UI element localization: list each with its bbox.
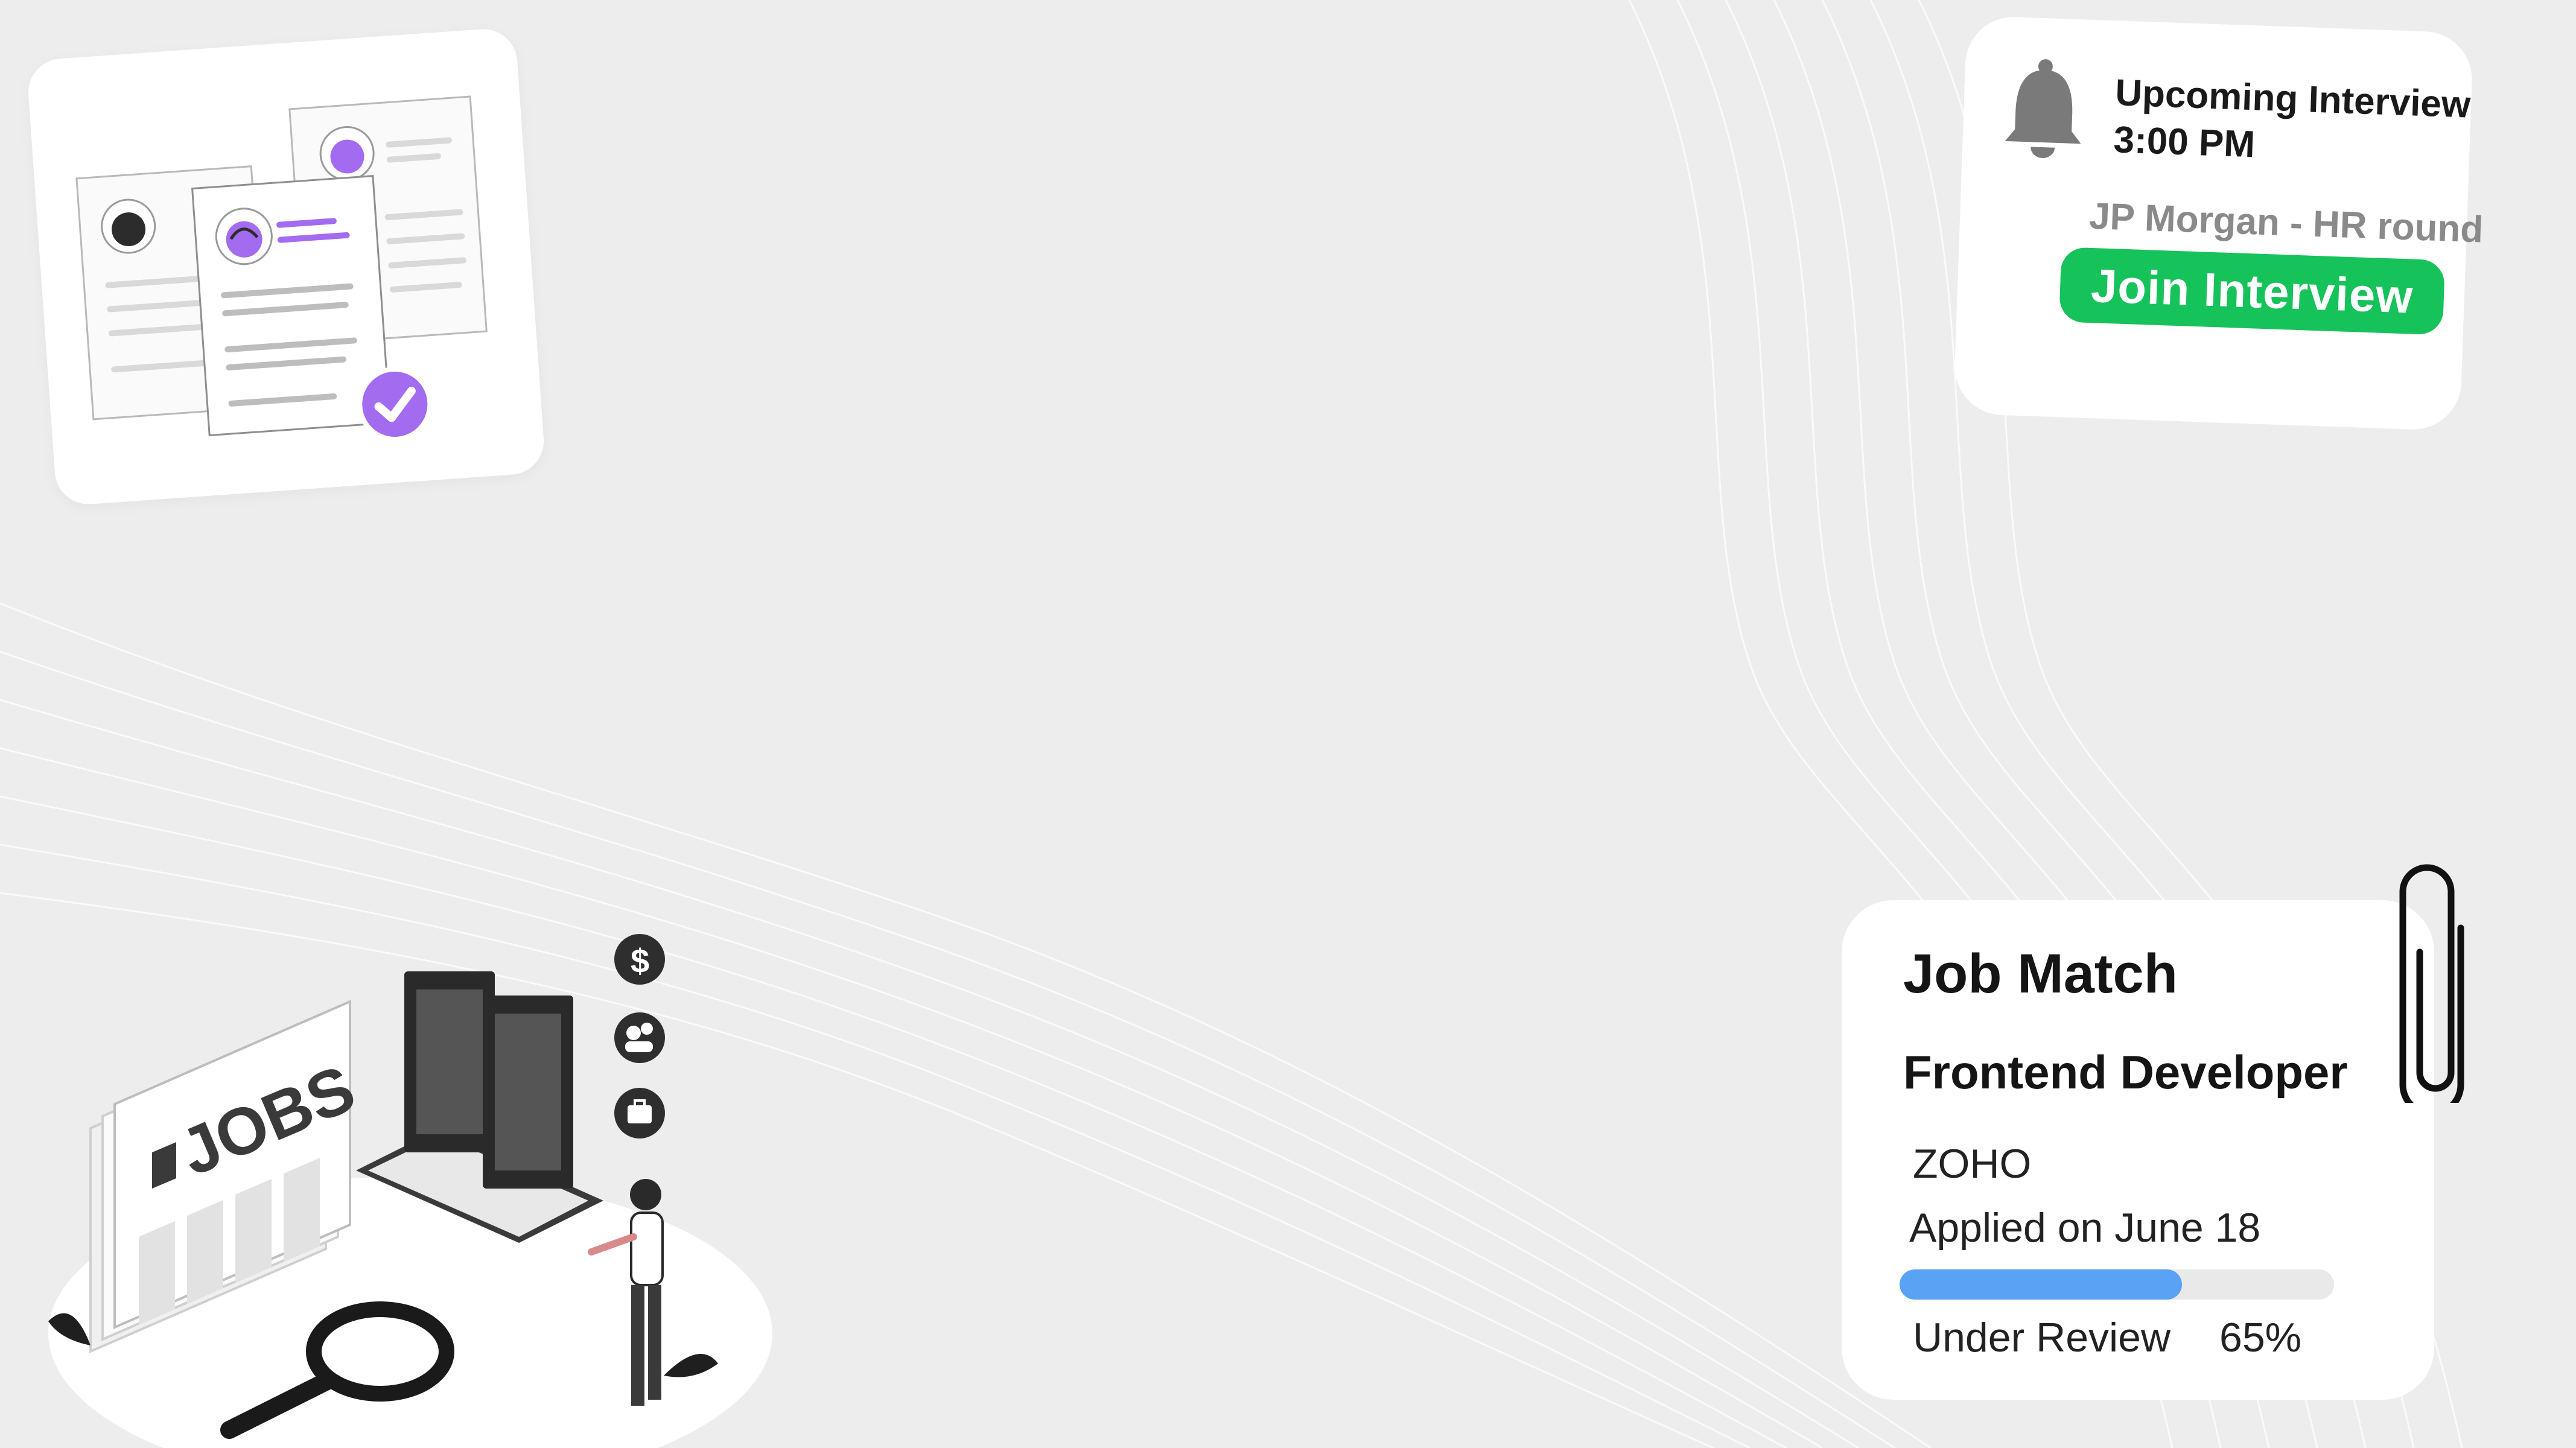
people-icon: [614, 1012, 665, 1063]
job-match-card: Job Match Frontend Developer ZOHO Applie…: [1842, 900, 2434, 1400]
progress-fill: [1900, 1269, 2182, 1300]
interview-title: Upcoming Interview: [2114, 72, 2472, 126]
interview-time: 3:00 PM: [2113, 119, 2256, 166]
svg-text:$: $: [631, 942, 649, 980]
paperclip-icon: [2399, 864, 2464, 1103]
checkmark-icon: [357, 366, 433, 442]
interview-notification-card: Upcoming Interview 3:00 PM JP Morgan - H…: [1953, 15, 2484, 431]
jobs-search-illustration: JOBS $: [48, 934, 772, 1448]
dollar-icon: $: [614, 934, 665, 985]
job-match-title: Job Match: [1903, 943, 2178, 1005]
job-role: Frontend Developer: [1903, 1046, 2348, 1099]
application-status: Under Review: [1913, 1315, 2171, 1361]
briefcase-icon: [614, 1088, 665, 1138]
bell-icon: [2005, 59, 2081, 159]
progress-percent: 65%: [2219, 1315, 2302, 1361]
resumes-illustration: [75, 95, 488, 442]
application-progress-bar: [1900, 1269, 2334, 1300]
job-applied-date: Applied on June 18: [1909, 1205, 2261, 1251]
job-company: ZOHO: [1913, 1141, 2032, 1187]
resume-illustration-card: [26, 27, 546, 507]
interview-company-round: JP Morgan - HR round: [2088, 195, 2484, 251]
join-interview-button[interactable]: Join Interview: [2059, 247, 2446, 335]
